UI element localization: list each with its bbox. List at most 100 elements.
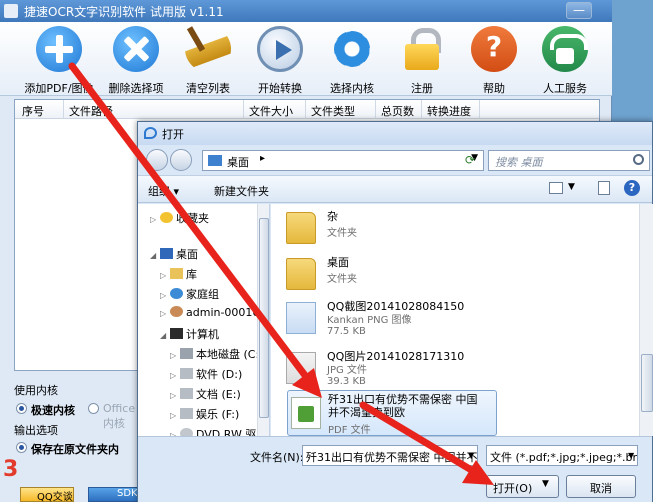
file-scrollbar[interactable] — [639, 204, 653, 436]
nav-item-desktop[interactable]: ◢ 桌面 — [150, 246, 198, 262]
add-file-button[interactable]: 添加PDF/图像 — [24, 26, 94, 96]
nav-item-computer[interactable]: ◢ 计算机 — [160, 326, 219, 342]
broom-icon — [185, 26, 231, 72]
play-icon — [257, 26, 303, 72]
file-type: PDF 文件 — [328, 425, 371, 436]
toolbar: 添加PDF/图像 删除选择项 清空列表 开始转换 选择内核 注册 帮助 人工服 — [0, 22, 612, 96]
chevron-right-icon[interactable]: ▸ — [260, 153, 265, 164]
output-keep-radio[interactable] — [16, 442, 27, 453]
folder-icon — [286, 212, 316, 244]
lock-icon — [399, 26, 445, 72]
search-icon — [633, 154, 644, 165]
filetype-dropdown-icon[interactable]: ▼ — [628, 451, 634, 460]
app-logo-icon — [4, 4, 18, 18]
organize-menu[interactable]: 组织 ▾ — [148, 183, 179, 199]
nav-item-drive-f[interactable]: ▷ 娱乐 (F:) — [170, 406, 239, 422]
file-name: 桌面 — [327, 256, 349, 269]
column-header-size[interactable]: 文件大小 — [249, 103, 293, 119]
refresh-icon[interactable]: ⟳ — [465, 153, 475, 167]
start-convert-button[interactable]: 开始转换 — [245, 26, 315, 96]
kernel-fast-radio[interactable] — [16, 403, 27, 414]
qq-chat-button[interactable]: QQ交谈 — [20, 487, 74, 502]
pdf-file-icon — [291, 397, 321, 429]
minimize-button[interactable]: — — [566, 2, 592, 19]
file-type: Kankan PNG 图像 — [327, 315, 412, 326]
delete-selected-button[interactable]: 删除选择项 — [101, 26, 171, 96]
file-item[interactable]: 桌面 文件夹 — [271, 250, 641, 300]
clear-list-button[interactable]: 清空列表 — [173, 26, 243, 96]
desktop-folder-icon — [208, 155, 222, 166]
kernel-fast-label[interactable]: 极速内核 — [31, 402, 75, 418]
drive-icon — [180, 388, 193, 399]
command-bar: 组织 ▾ 新建文件夹 ▼ ? — [138, 175, 652, 203]
drive-icon — [180, 348, 193, 359]
help-button[interactable]: 帮助 — [459, 26, 529, 96]
nav-item-drive-c[interactable]: ▷ 本地磁盘 (C:) — [170, 346, 263, 362]
view-dropdown-icon[interactable]: ▼ — [568, 182, 575, 192]
dialog-title-bar: 打开 — [138, 122, 652, 145]
output-keep-label[interactable]: 保存在原文件夹内 — [31, 441, 119, 457]
filename-dropdown-icon[interactable]: ▼ — [468, 451, 474, 460]
column-header-progress[interactable]: 转换进度 — [427, 103, 471, 119]
select-kernel-label: 选择内核 — [330, 82, 374, 95]
preview-pane-icon[interactable] — [598, 181, 610, 195]
nav-item-drive-d[interactable]: ▷ 软件 (D:) — [170, 366, 242, 382]
address-row: 桌面 ▸ ▼ ⟳ 搜索 桌面 — [138, 145, 652, 175]
nav-item-favorites[interactable]: ▷ 收藏夹 — [150, 210, 209, 226]
search-input[interactable]: 搜索 桌面 — [488, 150, 650, 171]
step-number-badge: 3 — [3, 457, 19, 482]
file-item[interactable]: 杂 文件夹 — [271, 204, 641, 254]
filename-input[interactable]: 歼31出口有优势不需保密 中国并不 — [302, 445, 478, 466]
delete-icon — [113, 26, 159, 72]
manual-service-button[interactable]: 人工服务 — [530, 26, 600, 96]
address-text: 桌面 — [227, 156, 249, 169]
help-label: 帮助 — [483, 82, 505, 95]
collapse-arrow-icon[interactable]: ◢ — [150, 251, 160, 260]
open-button-label: 打开(O) — [493, 482, 533, 495]
nav-item-user[interactable]: ▷ admin-00016 — [160, 306, 259, 319]
new-folder-button[interactable]: 新建文件夹 — [214, 183, 269, 199]
desktop-icon — [160, 248, 173, 259]
view-options-icon[interactable] — [549, 182, 563, 194]
nav-item-libraries[interactable]: ▷ 库 — [160, 266, 197, 282]
help-icon[interactable]: ? — [624, 180, 640, 196]
computer-icon — [170, 328, 183, 339]
dialog-icon — [144, 127, 157, 139]
register-button[interactable]: 注册 — [387, 26, 457, 96]
file-item-selected[interactable]: 歼31出口有优势不需保密 中国并不渴望卖到欧 PDF 文件 — [287, 390, 497, 436]
expand-arrow-icon[interactable]: ▷ — [150, 215, 160, 224]
nav-item-dvd[interactable]: ▷ DVD RW 驱动 — [170, 426, 267, 436]
column-header-index[interactable]: 序号 — [22, 103, 44, 119]
clear-list-label: 清空列表 — [186, 82, 230, 95]
file-size: 39.3 KB — [327, 376, 366, 387]
app-title-bar: 捷速OCR文字识别软件 试用版 v1.11 — — [0, 0, 612, 22]
select-kernel-button[interactable]: 选择内核 — [317, 26, 387, 96]
nav-item-homegroup[interactable]: ▷ 家庭组 — [160, 286, 219, 302]
forward-button[interactable] — [170, 149, 192, 171]
folder-icon — [286, 258, 316, 290]
back-button[interactable] — [146, 149, 168, 171]
nav-item-drive-e[interactable]: ▷ 文档 (E:) — [170, 386, 241, 402]
file-type: JPG 文件 — [327, 365, 367, 376]
filename-label: 文件名(N): — [250, 451, 304, 464]
column-header-type[interactable]: 文件类型 — [311, 103, 355, 119]
address-bar[interactable]: 桌面 ▸ ▼ — [202, 150, 484, 171]
file-item[interactable]: QQ图片20141028171310 JPG 文件 39.3 KB — [271, 344, 641, 394]
png-image-icon — [286, 302, 316, 334]
column-header-path[interactable]: 文件路径 — [69, 103, 113, 119]
nav-scrollbar[interactable] — [257, 204, 269, 436]
phone-icon — [542, 26, 588, 72]
kernel-office-radio[interactable] — [88, 403, 99, 414]
column-header-pages[interactable]: 总页数 — [381, 103, 414, 119]
file-item[interactable]: QQ截图20141028084150 Kankan PNG 图像 77.5 KB — [271, 294, 641, 344]
dialog-bottom-bar: 文件名(N): 歼31出口有优势不需保密 中国并不 ▼ 文件 (*.pdf;*.… — [138, 436, 652, 502]
filetype-select[interactable]: 文件 (*.pdf;*.jpg;*.jpeg;*.bmp; — [486, 445, 638, 466]
star-icon — [160, 212, 173, 223]
open-dropdown-icon[interactable]: ▼ — [542, 479, 549, 489]
output-heading: 输出选项 — [14, 424, 58, 437]
file-type: 文件夹 — [327, 274, 357, 285]
help-icon — [471, 26, 517, 72]
search-placeholder: 搜索 桌面 — [495, 156, 543, 169]
add-icon — [36, 26, 82, 72]
cancel-button[interactable]: 取消 — [566, 475, 636, 498]
